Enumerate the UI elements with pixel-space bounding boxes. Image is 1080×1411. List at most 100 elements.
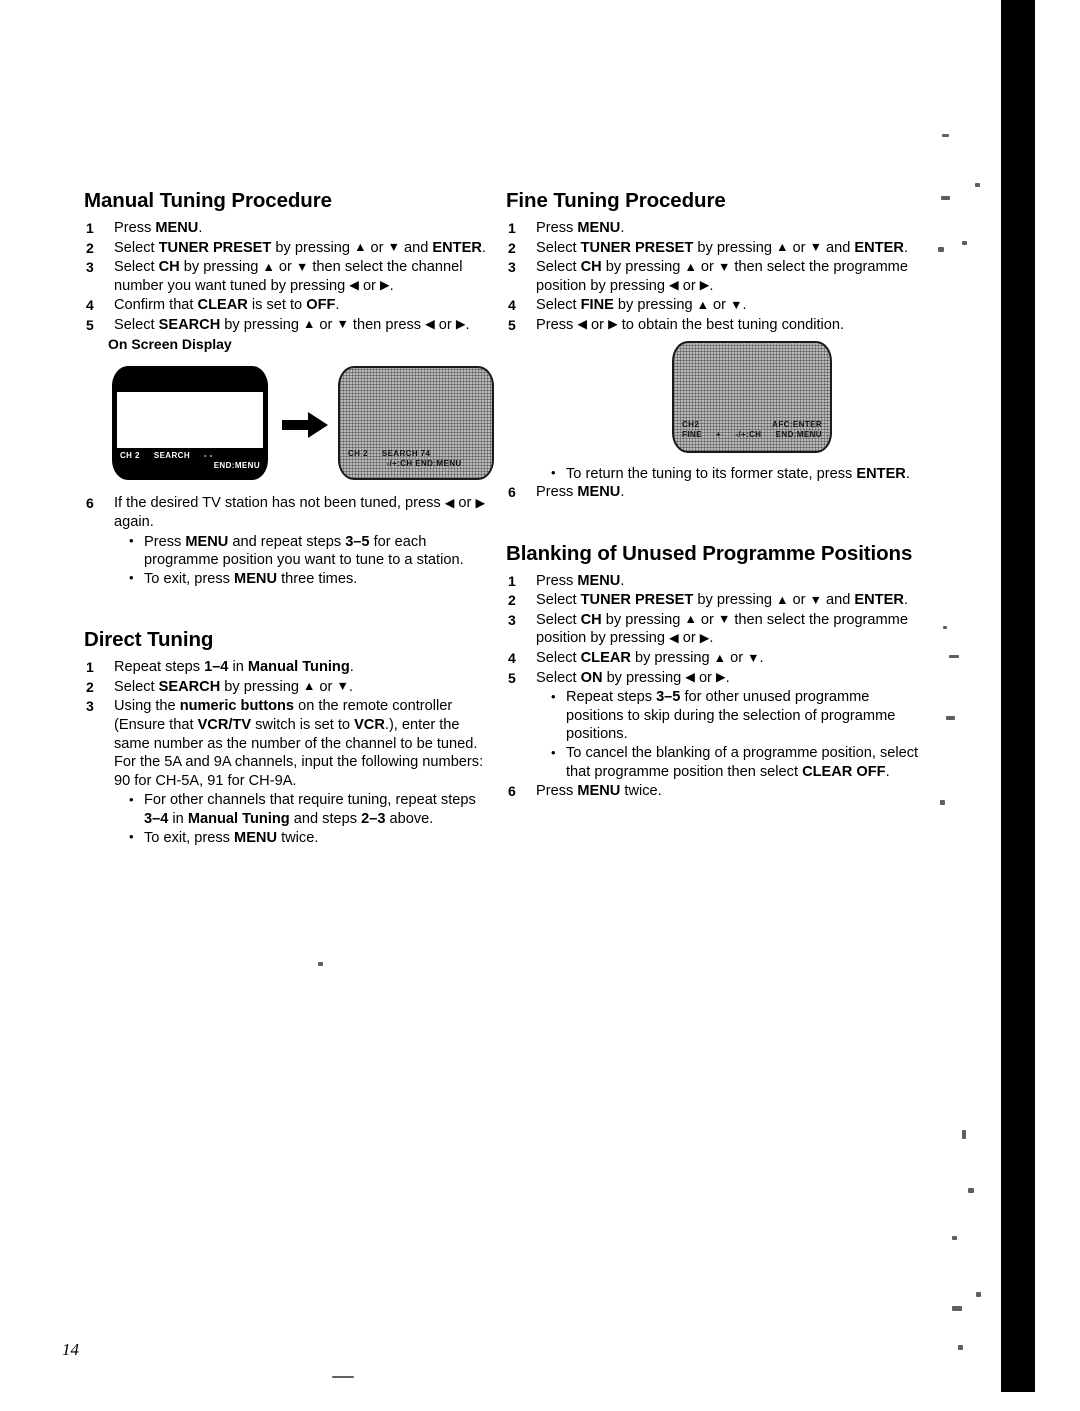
osd-overlay-fine: CH2 AFC:ENTER FINE + -/+:CH END:MENU bbox=[674, 420, 830, 440]
step-number: 2 bbox=[86, 239, 94, 256]
scan-edge-bar bbox=[1001, 0, 1035, 1392]
page-number: 14 bbox=[62, 1340, 79, 1359]
step-item: 3 Using the numeric buttons on the remot… bbox=[84, 697, 496, 847]
step-text: Confirm that CLEAR is set to OFF. bbox=[114, 297, 340, 314]
scan-speck bbox=[975, 183, 980, 187]
osd-mode: SEARCH 74 bbox=[381, 449, 431, 459]
scan-speck bbox=[958, 1345, 963, 1350]
step-item: 1 Repeat steps 1–4 in Manual Tuning. bbox=[84, 658, 496, 677]
osd-ch-hint: -/+:CH bbox=[735, 429, 762, 439]
step-item: 4 Select CLEAR by pressing ▲ or ▼. bbox=[506, 649, 926, 668]
section-direct-tuning: Direct Tuning 1 Repeat steps 1–4 in Manu… bbox=[84, 628, 496, 847]
scan-speck bbox=[952, 1236, 957, 1240]
tv-bezel: CH2 AFC:ENTER FINE + -/+:CH END:MENU bbox=[672, 340, 832, 453]
on-screen-display-label: On Screen Display bbox=[108, 335, 232, 352]
scan-speck bbox=[938, 247, 944, 252]
step-number: 3 bbox=[508, 611, 516, 628]
step-number: 6 bbox=[86, 495, 94, 512]
step-text: Press MENU twice. bbox=[536, 783, 662, 800]
osd-footer: END:MENU bbox=[775, 429, 822, 439]
tv-screen-before: CH 2 SEARCH - - END:MENU bbox=[112, 366, 268, 481]
step-number: 6 bbox=[508, 484, 516, 501]
step-number: 4 bbox=[508, 297, 516, 314]
scan-speck bbox=[318, 962, 323, 966]
heading-blanking: Blanking of Unused Programme Positions bbox=[506, 541, 913, 565]
step-text: Select ON by pressing ◀ or ▶. bbox=[536, 669, 730, 686]
section-blanking: Blanking of Unused Programme Positions 1… bbox=[506, 541, 926, 801]
step-text: Select CH by pressing ▲ or ▼ then select… bbox=[114, 259, 463, 294]
scan-speck bbox=[941, 196, 950, 200]
step-item: 5 Press ◀ or ▶ to obtain the best tuning… bbox=[506, 316, 926, 335]
step-number: 5 bbox=[508, 316, 516, 333]
osd-overlay-after: CH 2 SEARCH 74 -/+:CH END:MENU bbox=[340, 449, 492, 469]
scan-speck bbox=[942, 134, 949, 137]
step-item: 6 Press MENU. bbox=[506, 483, 926, 502]
step-number: 3 bbox=[86, 259, 94, 276]
bullet-item: For other channels that require tuning, … bbox=[128, 791, 496, 828]
heading-fine-tuning: Fine Tuning Procedure bbox=[506, 189, 726, 212]
step-item: 1 Press MENU. bbox=[506, 572, 926, 591]
step-item: 4 Confirm that CLEAR is set to OFF. bbox=[84, 296, 496, 315]
blanking-steps: 1 Press MENU. 2 Select TUNER PRESET by p… bbox=[506, 572, 926, 801]
osd-channel: CH 2 bbox=[348, 449, 368, 459]
tv-bezel: CH 2 SEARCH 74 -/+:CH END:MENU bbox=[338, 366, 494, 481]
step-number: 5 bbox=[86, 316, 94, 333]
step-text: Select TUNER PRESET by pressing ▲ or ▼ a… bbox=[114, 239, 486, 256]
bullet-item: Press MENU and repeat steps 3–5 for each… bbox=[128, 532, 496, 570]
bullet-item: Repeat steps 3–5 for other unused progra… bbox=[550, 688, 926, 744]
section-manual-tuning: Manual Tuning Procedure 1 Press MENU. 2 … bbox=[84, 189, 496, 588]
step-item: 3 Select CH by pressing ▲ or ▼ then sele… bbox=[506, 611, 926, 648]
step-item: 4 Select FINE by pressing ▲ or ▼. bbox=[506, 296, 926, 315]
step-text: Using the numeric buttons on the remote … bbox=[114, 698, 484, 789]
scan-speck bbox=[952, 1306, 962, 1311]
bullet-item: To exit, press MENU twice. bbox=[128, 828, 496, 848]
step-text: Press MENU. bbox=[536, 572, 625, 589]
heading-manual-tuning: Manual Tuning Procedure bbox=[84, 189, 332, 212]
on-screen-display-figure: CH 2 SEARCH - - END:MENU CH 2 SEARCH 74 … bbox=[106, 360, 496, 488]
osd-channel: CH2 bbox=[682, 419, 700, 429]
osd-channel: CH 2 bbox=[120, 451, 140, 461]
osd-afc-hint: AFC:ENTER bbox=[772, 419, 822, 429]
step-text: If the desired TV station has not been t… bbox=[114, 495, 486, 530]
step-text: Press MENU. bbox=[114, 219, 203, 236]
osd-level: + bbox=[716, 429, 722, 439]
step-item: 6 If the desired TV station has not been… bbox=[84, 494, 496, 588]
manual-tuning-bullets: Press MENU and repeat steps 3–5 for each… bbox=[128, 532, 496, 589]
osd-overlay-before: CH 2 SEARCH - - END:MENU bbox=[112, 451, 268, 471]
step-item: 3 Select CH by pressing ▲ or ▼ then sele… bbox=[84, 258, 496, 295]
right-arrow-icon bbox=[282, 412, 328, 439]
bullet-item: To cancel the blanking of a programme po… bbox=[550, 743, 926, 781]
scan-speck bbox=[332, 1376, 354, 1378]
direct-tuning-bullets: For other channels that require tuning, … bbox=[128, 791, 496, 847]
step-item: 2 Select TUNER PRESET by pressing ▲ or ▼… bbox=[506, 591, 926, 610]
scan-speck bbox=[949, 655, 959, 658]
step-item: 5 Select SEARCH by pressing ▲ or ▼ then … bbox=[84, 316, 496, 335]
blanking-bullets: Repeat steps 3–5 for other unused progra… bbox=[550, 688, 926, 781]
step-text: Select TUNER PRESET by pressing ▲ or ▼ a… bbox=[536, 592, 908, 609]
osd-footer: -/+:CH END:MENU bbox=[386, 459, 462, 469]
scan-speck bbox=[962, 241, 967, 245]
manual-tuning-steps-after: 6 If the desired TV station has not been… bbox=[84, 494, 496, 588]
tv-screen-after: CH 2 SEARCH 74 -/+:CH END:MENU bbox=[338, 366, 494, 481]
step-number: 1 bbox=[86, 219, 94, 236]
step-number: 5 bbox=[508, 669, 516, 686]
step-number: 3 bbox=[86, 698, 94, 715]
step-item: 2 Select SEARCH by pressing ▲ or ▼. bbox=[84, 678, 496, 697]
section-fine-tuning: Fine Tuning Procedure 1 Press MENU. 2 Se… bbox=[506, 189, 926, 502]
step-number: 6 bbox=[508, 783, 516, 800]
step-number: 4 bbox=[508, 650, 516, 667]
step-number: 2 bbox=[86, 678, 94, 695]
scan-speck bbox=[946, 716, 955, 720]
fine-tuning-steps-after: 6 Press MENU. bbox=[506, 483, 926, 502]
step-item: 3 Select CH by pressing ▲ or ▼ then sele… bbox=[506, 258, 926, 295]
step-number: 1 bbox=[86, 659, 94, 676]
osd-mode: FINE bbox=[682, 429, 702, 439]
right-column: Fine Tuning Procedure 1 Press MENU. 2 Se… bbox=[506, 189, 926, 802]
step-text: Select TUNER PRESET by pressing ▲ or ▼ a… bbox=[536, 239, 908, 256]
step-number: 1 bbox=[508, 572, 516, 589]
scan-speck bbox=[940, 800, 945, 805]
tv-picture-area bbox=[117, 392, 263, 449]
step-text: Press ◀ or ▶ to obtain the best tuning c… bbox=[536, 316, 845, 333]
osd-value: - - bbox=[204, 451, 213, 461]
